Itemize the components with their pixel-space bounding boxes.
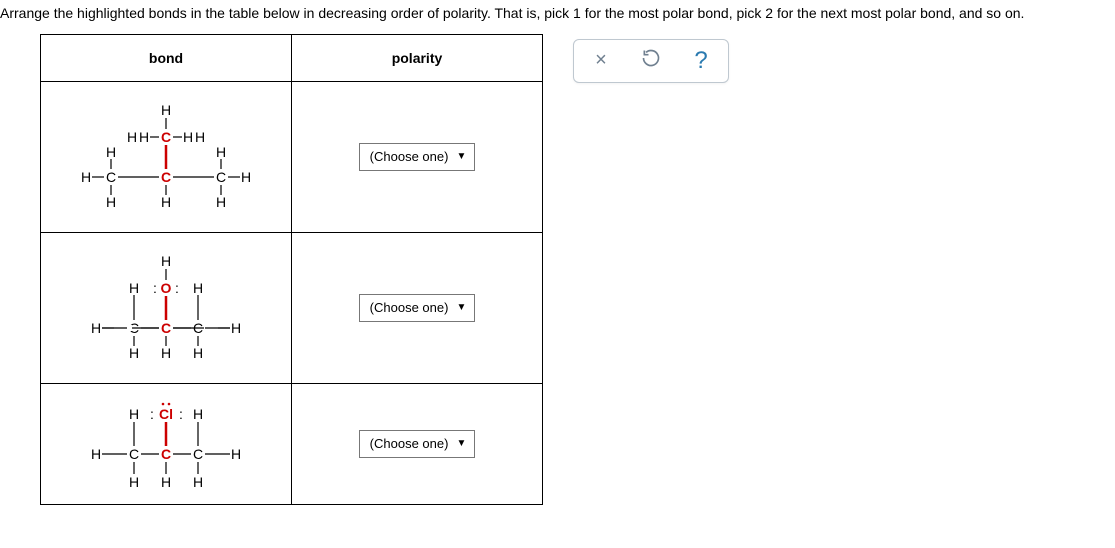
svg-text:O: O (161, 280, 172, 296)
chevron-down-icon: ▼ (456, 302, 466, 313)
table-row: H O : : H H C C H (41, 232, 543, 383)
svg-text:H: H (106, 144, 116, 160)
svg-text:C: C (106, 169, 116, 185)
svg-text:C: C (161, 446, 171, 462)
svg-text::: : (179, 406, 183, 422)
svg-text:H: H (241, 169, 251, 185)
polarity-dropdown-ccl[interactable]: (Choose one) ▼ (359, 430, 476, 458)
close-button[interactable]: × (586, 46, 616, 76)
bond-cell-co: H O : : H H C C H (41, 232, 292, 383)
svg-text:C: C (193, 320, 203, 336)
svg-text:H: H (129, 345, 139, 361)
svg-text::: : (175, 280, 179, 296)
help-button[interactable]: ? (686, 46, 716, 76)
header-polarity: polarity (292, 34, 543, 81)
action-panel: × ? (573, 39, 729, 83)
header-bond: bond (41, 34, 292, 81)
polarity-cell-co: (Choose one) ▼ (292, 232, 543, 383)
bond-structure-ccl: Cl : : H H H C (56, 394, 276, 494)
reset-button[interactable] (636, 46, 666, 76)
svg-text::: : (150, 406, 154, 422)
svg-text:H: H (193, 406, 203, 422)
svg-text:H: H (81, 169, 91, 185)
polarity-cell-cc: (Choose one) ▼ (292, 81, 543, 232)
dropdown-label: (Choose one) (370, 149, 449, 164)
chevron-down-icon: ▼ (456, 151, 466, 162)
dropdown-label: (Choose one) (370, 300, 449, 315)
polarity-cell-ccl: (Choose one) ▼ (292, 383, 543, 504)
svg-text:H: H (183, 129, 193, 145)
svg-text:H: H (216, 194, 226, 210)
header-row: bond polarity (41, 34, 543, 81)
svg-text:C: C (161, 169, 171, 185)
svg-text::: : (153, 280, 157, 296)
bond-cell-cc: H C H H H H C C (41, 81, 292, 232)
svg-text:H: H (106, 194, 116, 210)
table-row: H C H H H H C C (41, 81, 543, 232)
bond-structure-cc: H C H H H H C C (56, 92, 276, 222)
bond-cell-ccl: Cl : : H H H C (41, 383, 292, 504)
svg-text:H: H (127, 129, 137, 145)
svg-text:H: H (231, 446, 241, 462)
main-wrap: bond polarity H C H H H H (0, 34, 1115, 505)
svg-text:C: C (161, 129, 171, 145)
dropdown-label: (Choose one) (370, 436, 449, 451)
svg-text:H: H (193, 474, 203, 490)
svg-text:H: H (193, 280, 203, 296)
svg-text:C: C (216, 169, 226, 185)
svg-text:H: H (91, 446, 101, 462)
polarity-table: bond polarity H C H H H H (40, 34, 543, 505)
chevron-down-icon: ▼ (456, 438, 466, 449)
svg-text:H: H (231, 320, 241, 336)
svg-text:H: H (129, 280, 139, 296)
svg-text:C: C (161, 320, 171, 336)
svg-text:H: H (216, 144, 226, 160)
svg-text:H: H (161, 253, 171, 269)
svg-text:H: H (161, 474, 171, 490)
help-icon: ? (694, 47, 707, 75)
svg-text:Cl: Cl (159, 406, 173, 422)
svg-text:C: C (193, 446, 203, 462)
reset-icon (641, 48, 661, 74)
close-icon: × (595, 49, 607, 72)
polarity-dropdown-co[interactable]: (Choose one) ▼ (359, 294, 476, 322)
svg-text:H: H (161, 194, 171, 210)
svg-text:H: H (195, 129, 205, 145)
instructions-text: Arrange the highlighted bonds in the tab… (0, 0, 1115, 34)
svg-text:H: H (139, 129, 149, 145)
polarity-dropdown-cc[interactable]: (Choose one) ▼ (359, 143, 476, 171)
svg-text:H: H (129, 406, 139, 422)
svg-text:C: C (129, 446, 139, 462)
bond-structure-co: H O : : H H C C H (56, 243, 276, 373)
svg-text:H: H (129, 474, 139, 490)
svg-text:H: H (91, 320, 101, 336)
table-row: Cl : : H H H C (41, 383, 543, 504)
svg-text:H: H (161, 345, 171, 361)
svg-text:H: H (161, 102, 171, 118)
svg-text:H: H (193, 345, 203, 361)
